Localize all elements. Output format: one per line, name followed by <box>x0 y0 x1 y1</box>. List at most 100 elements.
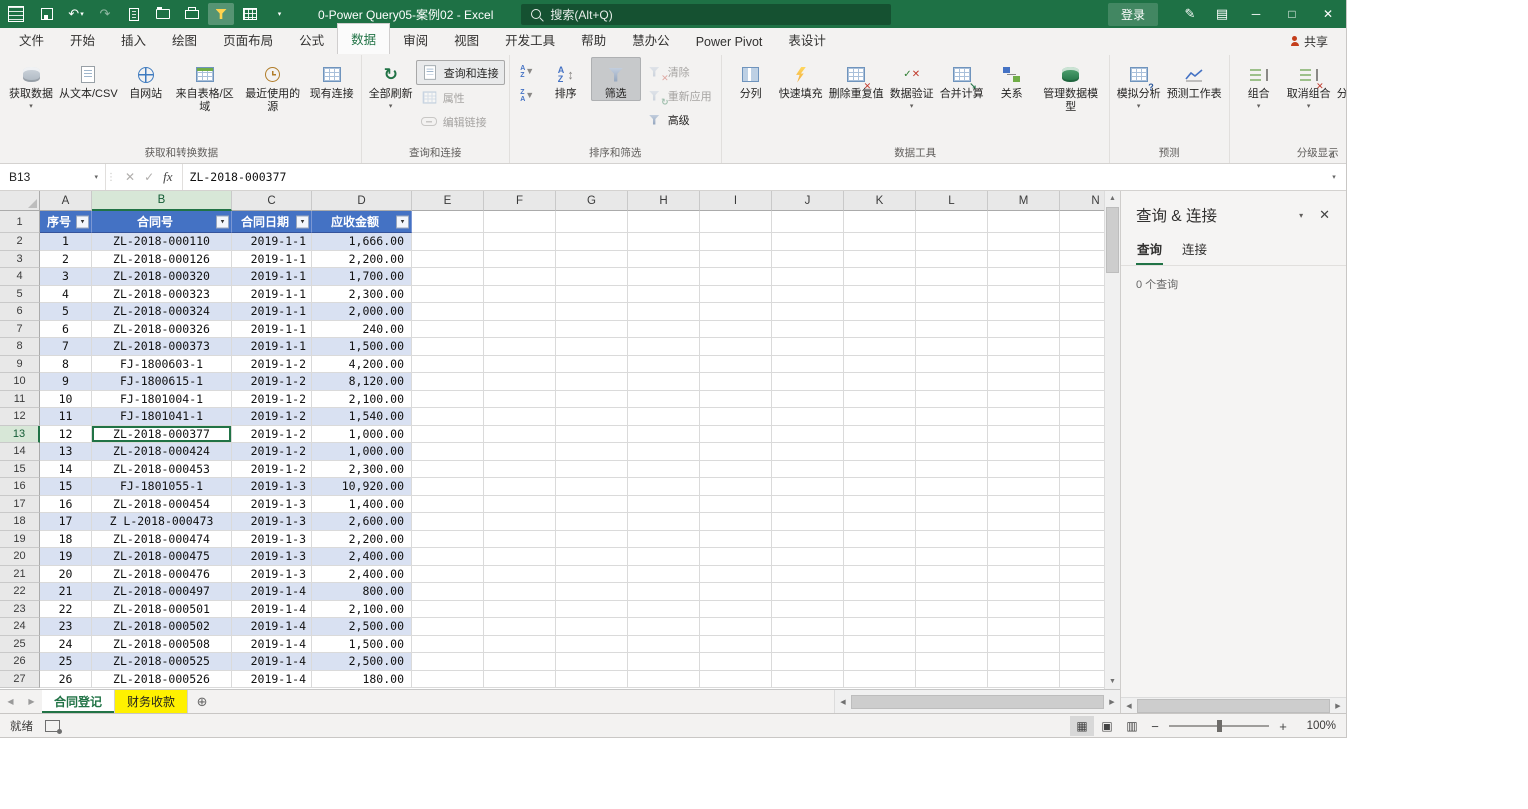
cell-K17[interactable] <box>844 495 916 513</box>
filter-dropdown-button[interactable]: ▾ <box>216 215 229 228</box>
column-header-I[interactable]: I <box>700 191 772 211</box>
sort-descending-button[interactable]: Z A ▼ <box>514 84 541 107</box>
cell-L7[interactable] <box>916 320 988 338</box>
cell-H7[interactable] <box>628 320 700 338</box>
cell-A16[interactable]: 15 <box>40 478 92 496</box>
cancel-entry-icon[interactable]: ✕ <box>125 170 135 184</box>
cell-J7[interactable] <box>772 320 844 338</box>
cell-K14[interactable] <box>844 443 916 461</box>
cell-H13[interactable] <box>628 425 700 443</box>
cell-J9[interactable] <box>772 355 844 373</box>
cell-G10[interactable] <box>556 373 628 391</box>
cell-F10[interactable] <box>484 373 556 391</box>
cell-A1[interactable]: 序号 ▾ <box>40 211 92 233</box>
cell-I13[interactable] <box>700 425 772 443</box>
cell-J4[interactable] <box>772 268 844 286</box>
pane-tab-queries[interactable]: 查询 <box>1136 234 1163 265</box>
cell-E7[interactable] <box>412 320 484 338</box>
row-header-10[interactable]: 10 <box>0 373 40 391</box>
cell-K11[interactable] <box>844 390 916 408</box>
cell-F24[interactable] <box>484 618 556 636</box>
vertical-scroll-thumb[interactable] <box>1106 207 1119 273</box>
cell-D11[interactable]: 2,100.00 <box>312 390 412 408</box>
cell-D19[interactable]: 2,200.00 <box>312 530 412 548</box>
undo-button[interactable]: ↶ ▾ <box>63 3 89 25</box>
cell-F25[interactable] <box>484 635 556 653</box>
cell-E15[interactable] <box>412 460 484 478</box>
cell-G3[interactable] <box>556 250 628 268</box>
horizontal-scroll-thumb[interactable] <box>851 694 1104 709</box>
row-header-17[interactable]: 17 <box>0 495 40 513</box>
cell-B18[interactable]: Z L-2018-000473 <box>92 513 232 531</box>
cell-E10[interactable] <box>412 373 484 391</box>
qat-filter-button[interactable] <box>208 3 234 25</box>
cell-J26[interactable] <box>772 653 844 671</box>
cell-E2[interactable] <box>412 233 484 251</box>
customize-qat-button[interactable]: ▾ <box>266 3 292 25</box>
cell-K3[interactable] <box>844 250 916 268</box>
cell-A13[interactable]: 12 <box>40 425 92 443</box>
cell-B14[interactable]: ZL-2018-000424 <box>92 443 232 461</box>
cell-J24[interactable] <box>772 618 844 636</box>
cell-J1[interactable] <box>772 211 844 233</box>
row-header-1[interactable]: 1 <box>0 211 40 233</box>
row-header-24[interactable]: 24 <box>0 618 40 636</box>
pane-close-icon[interactable]: ✕ <box>1313 207 1336 223</box>
cell-A6[interactable]: 5 <box>40 303 92 321</box>
cell-G14[interactable] <box>556 443 628 461</box>
cell-N16[interactable] <box>1060 478 1104 496</box>
cell-B11[interactable]: FJ-1801004-1 <box>92 390 232 408</box>
ribbon-tab-review[interactable]: 审阅 <box>390 25 441 54</box>
cell-E13[interactable] <box>412 425 484 443</box>
row-header-16[interactable]: 16 <box>0 478 40 496</box>
cell-B12[interactable]: FJ-1801041-1 <box>92 408 232 426</box>
cell-K8[interactable] <box>844 338 916 356</box>
cell-A17[interactable]: 16 <box>40 495 92 513</box>
cell-J21[interactable] <box>772 565 844 583</box>
cell-B27[interactable]: ZL-2018-000526 <box>92 670 232 688</box>
close-button[interactable]: ✕ <box>1310 0 1346 28</box>
cell-I7[interactable] <box>700 320 772 338</box>
cell-B6[interactable]: ZL-2018-000324 <box>92 303 232 321</box>
column-header-E[interactable]: E <box>412 191 484 211</box>
cell-K26[interactable] <box>844 653 916 671</box>
cell-K1[interactable] <box>844 211 916 233</box>
cell-F16[interactable] <box>484 478 556 496</box>
cell-H5[interactable] <box>628 285 700 303</box>
save-button[interactable] <box>34 3 60 25</box>
cell-E25[interactable] <box>412 635 484 653</box>
cell-B19[interactable]: ZL-2018-000474 <box>92 530 232 548</box>
cell-D16[interactable]: 10,920.00 <box>312 478 412 496</box>
cell-N3[interactable] <box>1060 250 1104 268</box>
cell-F9[interactable] <box>484 355 556 373</box>
cell-G24[interactable] <box>556 618 628 636</box>
edit-links-button[interactable]: 编辑链接 <box>416 110 505 133</box>
pane-scroll-right-icon[interactable]: ▶ <box>1330 702 1346 710</box>
ribbon-tab-help[interactable]: 帮助 <box>568 25 619 54</box>
cell-J11[interactable] <box>772 390 844 408</box>
cell-M2[interactable] <box>988 233 1060 251</box>
cell-I20[interactable] <box>700 548 772 566</box>
cell-D8[interactable]: 1,500.00 <box>312 338 412 356</box>
cell-I9[interactable] <box>700 355 772 373</box>
cell-G19[interactable] <box>556 530 628 548</box>
sheet-nav-right-icon[interactable]: ▶ <box>21 690 42 713</box>
cell-F4[interactable] <box>484 268 556 286</box>
cell-G12[interactable] <box>556 408 628 426</box>
cell-F19[interactable] <box>484 530 556 548</box>
column-header-B[interactable]: B <box>92 191 232 211</box>
cell-L19[interactable] <box>916 530 988 548</box>
reapply-button[interactable]: ↻ 重新应用 <box>641 84 717 107</box>
cell-M23[interactable] <box>988 600 1060 618</box>
sort-ascending-button[interactable]: A Z ▼ <box>514 60 541 83</box>
cell-N17[interactable] <box>1060 495 1104 513</box>
ink-pen-button[interactable]: ✎ <box>1174 0 1206 28</box>
cell-D14[interactable]: 1,000.00 <box>312 443 412 461</box>
cell-C14[interactable]: 2019-1-2 <box>232 443 312 461</box>
cell-F22[interactable] <box>484 583 556 601</box>
cell-G21[interactable] <box>556 565 628 583</box>
cell-N14[interactable] <box>1060 443 1104 461</box>
cell-N13[interactable] <box>1060 425 1104 443</box>
cell-G1[interactable] <box>556 211 628 233</box>
cell-D7[interactable]: 240.00 <box>312 320 412 338</box>
